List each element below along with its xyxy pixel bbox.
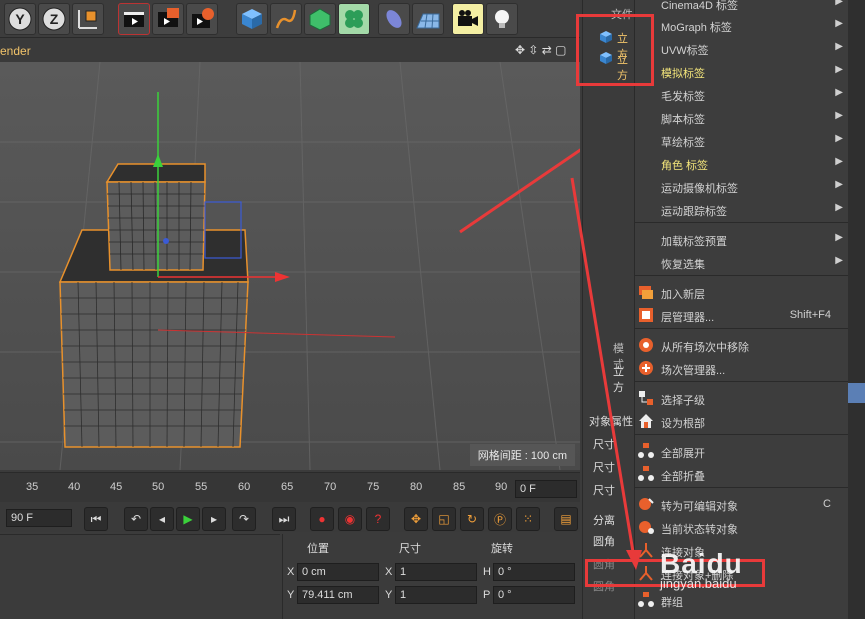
timeline-tick: 85 [453,481,466,493]
previous-key-icon[interactable]: ↶ [124,507,148,531]
timeline-tick: 35 [26,481,39,493]
move-key-icon[interactable]: ✥ [404,507,428,531]
right-edge-strip [848,0,865,619]
menu-item-collapse-all[interactable]: 全部折叠 [635,463,849,485]
menu-item-simulation-tags[interactable]: 模拟标签 ▶ [635,60,849,82]
timeline-ruler[interactable]: 35 40 45 50 55 60 65 70 75 80 85 90 [0,472,580,502]
next-key-icon[interactable]: ↷ [232,507,256,531]
rot-p-field[interactable]: 0 ° [493,586,575,604]
rotate-key-icon[interactable]: ↻ [460,507,484,531]
menu-item-layer-manager[interactable]: 层管理器... Shift+F4 [635,304,849,326]
menu-item-remove-from-all-takes[interactable]: 从所有场次中移除 [635,334,849,356]
go-to-end-icon[interactable]: ⏭ [272,507,296,531]
menu-item-motion-tracking-tags[interactable]: 运动跟踪标签 ▶ [635,198,849,220]
main-toolbar: Y Z [0,0,580,38]
floor-scene-icon[interactable] [412,3,444,35]
group-icon [637,591,655,609]
viewport-navigation-icon[interactable]: ✥ ⇳ ⇄ ▢ [515,43,567,57]
menu-item-take-manager[interactable]: 场次管理器... [635,357,849,379]
material-manager [0,534,280,619]
menu-item-motion-camera-tags[interactable]: 运动摄像机标签 ▶ [635,175,849,197]
menu-item-group[interactable]: 群组 [635,589,849,611]
menu-item-current-state-to-object[interactable]: 当前状态转对象 [635,516,849,538]
size-y-label: Y [385,589,393,601]
timeline-tick: 80 [410,481,423,493]
coordinate-system-icon[interactable] [72,3,104,35]
pla-key-icon[interactable]: ⁙ [516,507,540,531]
selection-highlight-bar [848,383,865,403]
timeline-tick: 75 [367,481,380,493]
z-axis-lock-icon[interactable]: Z [38,3,70,35]
pos-y-field[interactable]: 79.411 cm [297,586,379,604]
render-view-icon[interactable] [118,3,150,35]
timeline-tick: 65 [281,481,294,493]
timeline-tick: 55 [195,481,208,493]
subdivision-surface-icon[interactable] [304,3,336,35]
viewport-menu-bar: ender ✥ ⇳ ⇄ ▢ [0,40,580,62]
menu-item-expand-all[interactable]: 全部展开 [635,440,849,462]
3d-viewport[interactable]: 网格间距 : 100 cm [0,62,580,470]
rotation-header: 旋转 [491,543,513,555]
menu-item-mograph-tags[interactable]: MoGraph 标签 ▶ [635,14,849,36]
svg-text:Z: Z [50,11,59,27]
menu-item-restore-selection[interactable]: 恢复选集 ▶ [635,251,849,273]
rot-p-label: P [483,589,491,601]
menu-item-sketch-tags[interactable]: 草绘标签 ▶ [635,129,849,151]
menu-item-select-children[interactable]: 选择子级 [635,387,849,409]
go-to-start-icon[interactable]: ⏮ [84,507,108,531]
cube-object-icon[interactable] [236,3,268,35]
timeline-tick: 70 [324,481,337,493]
render-settings-icon[interactable] [186,3,218,35]
timeline-tick: 45 [110,481,123,493]
previous-frame-icon[interactable]: ◂ [150,507,174,531]
annotation-box-objects [576,14,654,86]
light-bulb-icon[interactable] [486,3,518,35]
coordinates-manager: 位置 尺寸 旋转 X 0 cm X 1 H 0 ° Y 79.411 cm Y … [282,534,580,619]
menu-item-set-as-root[interactable]: 设为根部 [635,410,849,432]
context-menu: Cinema4D 标签 ▶ MoGraph 标签 ▶ UVW标签 ▶ 模拟标签 ▶ 毛发… [634,0,849,619]
end-frame-field[interactable]: 90 F [6,509,72,527]
size-y-field[interactable]: 1 [395,586,477,604]
viewport-render-menu[interactable]: ender [0,44,31,58]
menu-item-make-editable[interactable]: 转为可编辑对象 C [635,493,849,515]
menu-item-add-new-layer[interactable]: 加入新层 [635,281,849,303]
deformer-icon[interactable] [378,3,410,35]
baidu-watermark-sub: jingyan.baidu [660,576,737,591]
pos-x-field[interactable]: 0 cm [297,563,379,581]
timeline-tick: 50 [152,481,165,493]
menu-item-load-tag-preset[interactable]: 加载标签预置 ▶ [635,228,849,250]
autokey-icon[interactable]: ◉ [338,507,362,531]
next-frame-icon[interactable]: ▸ [202,507,226,531]
cloner-icon[interactable] [338,3,370,35]
record-active-icon[interactable]: ● [310,507,334,531]
play-icon[interactable]: ▶ [176,507,200,531]
annotation-arrow-2 [570,177,642,570]
pos-x-label: X [287,566,295,578]
size-x-field[interactable]: 1 [395,563,477,581]
menu-item-uvw-tags[interactable]: UVW标签 ▶ [635,37,849,59]
keyframe-help-icon[interactable]: ? [366,507,390,531]
y-axis-lock-icon[interactable]: Y [4,3,36,35]
rot-h-label: H [483,566,491,578]
render-to-picture-viewer-icon[interactable] [152,3,184,35]
timeline-tick: 60 [238,481,251,493]
menu-item-character-tags[interactable]: 角色 标签 ▶ [635,152,849,174]
parameter-key-icon[interactable]: Ⓟ [488,507,512,531]
spline-pen-icon[interactable] [270,3,302,35]
timeline-tick: 90 [495,481,508,493]
menu-item-cinema4d-tags[interactable]: Cinema4D 标签 ▶ [635,0,849,14]
camera-icon[interactable] [452,3,484,35]
scale-key-icon[interactable]: ◱ [432,507,456,531]
pos-y-label: Y [287,589,295,601]
size-header: 尺寸 [399,543,421,555]
menu-item-hair-tags[interactable]: 毛发标签 ▶ [635,83,849,105]
menu-item-script-tags[interactable]: 脚本标签 ▶ [635,106,849,128]
svg-text:Y: Y [15,11,25,27]
viewport-scene [0,62,580,470]
position-header: 位置 [307,543,329,555]
size-x-label: X [385,566,393,578]
timeline-tick: 40 [68,481,81,493]
